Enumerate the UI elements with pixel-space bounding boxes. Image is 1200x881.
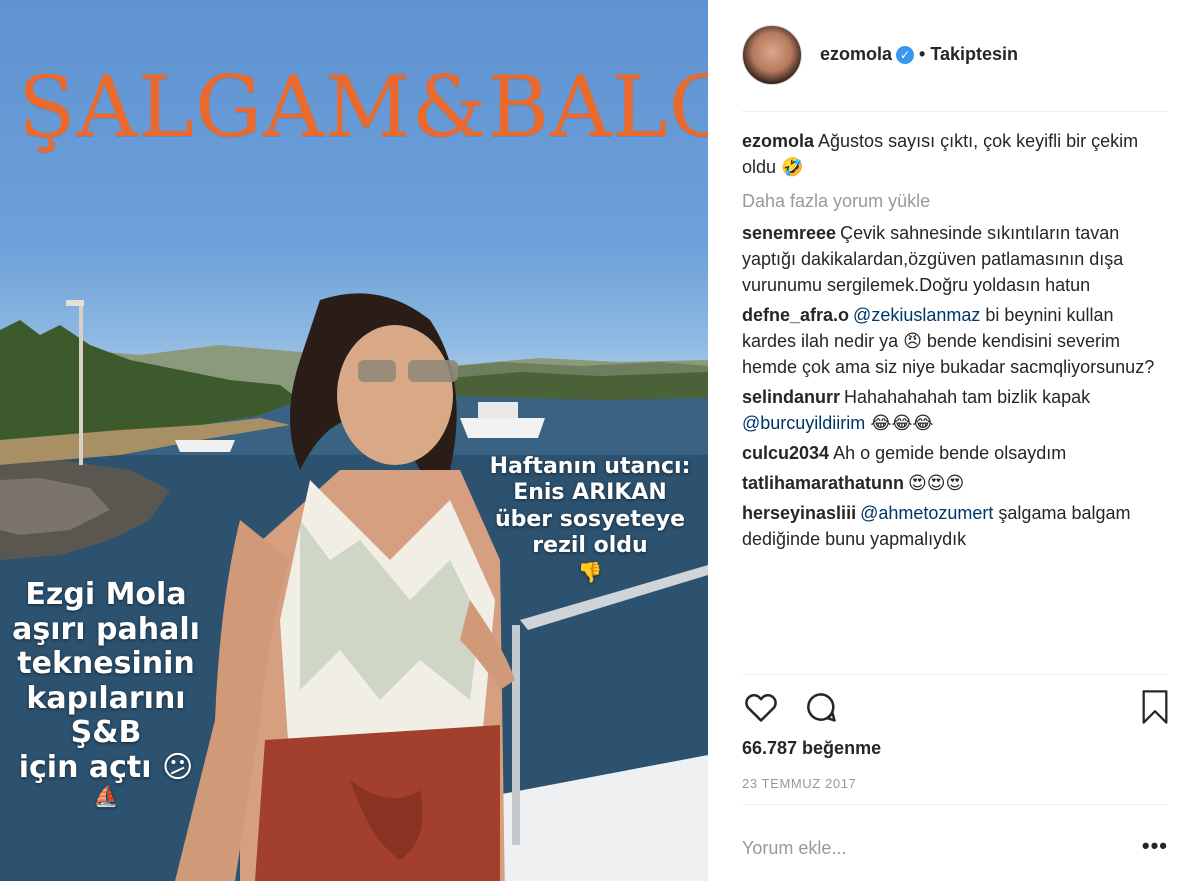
more-options-icon[interactable]: ••• bbox=[1142, 835, 1168, 857]
username-link[interactable]: ezomola bbox=[820, 44, 892, 64]
thumbs-down-emoji: 👎 bbox=[577, 559, 603, 584]
headline-right-line: Haftanın utancı: bbox=[489, 454, 691, 479]
comment-item: senemreee Çevik sahnesinde sıkıntıların t… bbox=[742, 220, 1172, 298]
headline-left-line: kapılarını bbox=[26, 680, 186, 716]
actions-divider bbox=[742, 674, 1168, 675]
sailboat-emoji: ⛵ bbox=[93, 784, 119, 808]
comment-item: tatlihamarathatunn 😍😍😍 bbox=[742, 470, 1172, 496]
comment-item: herseyinasliii @ahmetozumert şalgama balg… bbox=[742, 500, 1172, 552]
headline-left-text: için açtı bbox=[18, 749, 152, 785]
comment-bubble-icon[interactable] bbox=[802, 688, 840, 726]
comment-mention[interactable]: @burcuyildiirim bbox=[742, 413, 865, 433]
comment-mention[interactable]: @ahmetozumert bbox=[860, 503, 993, 523]
headline-left-line: Ezgi Mola bbox=[25, 577, 187, 612]
headline-right-line: Enis ARIKAN bbox=[513, 480, 667, 506]
comment-username[interactable]: culcu2034 bbox=[742, 443, 829, 463]
comment-username[interactable]: tatlihamarathatunn bbox=[742, 473, 904, 493]
verified-badge-icon: ✓ bbox=[896, 46, 915, 64]
caption: ezomola Ağustos sayısı çıktı, çok keyifli… bbox=[742, 128, 1172, 180]
heart-icon[interactable] bbox=[742, 688, 780, 726]
add-comment-box: ••• bbox=[742, 828, 1168, 868]
header-divider bbox=[742, 111, 1168, 112]
separator-dot: • bbox=[919, 44, 926, 64]
headline-left-line: aşırı pahalı bbox=[12, 611, 200, 647]
comment-text: Ah o gemide bende olsaydım bbox=[833, 443, 1067, 463]
headline-right-line: über sosyeteye bbox=[494, 506, 686, 532]
post-date[interactable]: 23 TEMMUZ 2017 bbox=[742, 776, 856, 791]
follow-status-button[interactable]: Takiptesin bbox=[930, 44, 1018, 64]
comment-username[interactable]: selindanurr bbox=[742, 387, 840, 407]
avatar[interactable] bbox=[742, 25, 802, 85]
caption-username[interactable]: ezomola bbox=[742, 131, 814, 151]
comment-item: defne_afra.o @zekiuslanmaz bi beynini kul… bbox=[742, 302, 1172, 380]
comment-item: culcu2034 Ah o gemide bende olsaydım bbox=[742, 440, 1172, 466]
comment-text: 😂😂😂 bbox=[870, 413, 934, 433]
headline-left-last-line: için açtı 😕 bbox=[0, 749, 212, 786]
headline-left: Ezgi Mola aşırı pahalı teknesinin kapıla… bbox=[0, 577, 212, 808]
magazine-title: ŞALGAM&BALGAM bbox=[18, 58, 708, 156]
comment-item: selindanurr Hahahahahah tam bizlik kapak … bbox=[742, 384, 1172, 436]
comment-mention[interactable]: @zekiuslanmaz bbox=[853, 305, 980, 325]
action-bar bbox=[742, 688, 1172, 728]
comment-box-divider bbox=[742, 804, 1168, 805]
comment-input[interactable] bbox=[742, 832, 1102, 864]
comment-username[interactable]: defne_afra.o bbox=[742, 305, 849, 325]
header-user-row: ezomola ✓ • Takiptesin bbox=[820, 44, 1018, 65]
comment-text: Hahahahahah tam bizlik kapak bbox=[844, 387, 1091, 407]
bookmark-icon[interactable] bbox=[1138, 688, 1172, 726]
confused-emoji: 😕 bbox=[161, 749, 194, 785]
load-more-comments-button[interactable]: Daha fazla yorum yükle bbox=[742, 188, 1172, 214]
post-header: ezomola ✓ • Takiptesin bbox=[708, 0, 1200, 112]
headline-right: Haftanın utancı: Enis ARIKAN über sosyet… bbox=[472, 454, 708, 584]
post-image[interactable]: ŞALGAM&BALGAM Haftanın utancı: Enis ARIK… bbox=[0, 0, 708, 881]
headline-right-line: rezil oldu bbox=[532, 533, 648, 559]
comment-text: 😍😍😍 bbox=[908, 473, 965, 493]
comment-username[interactable]: herseyinasliii bbox=[742, 503, 856, 523]
headline-left-line: Ş&B bbox=[70, 715, 142, 750]
likes-count[interactable]: 66.787 beğenme bbox=[742, 738, 881, 759]
comment-username[interactable]: senemreee bbox=[742, 223, 836, 243]
post-panel: ezomola ✓ • Takiptesin ezomola Ağustos sayıs… bbox=[708, 0, 1200, 881]
comments-list: ezomola Ağustos sayısı çıktı, çok keyifli… bbox=[742, 128, 1172, 556]
headline-left-line: teknesinin bbox=[17, 646, 195, 681]
